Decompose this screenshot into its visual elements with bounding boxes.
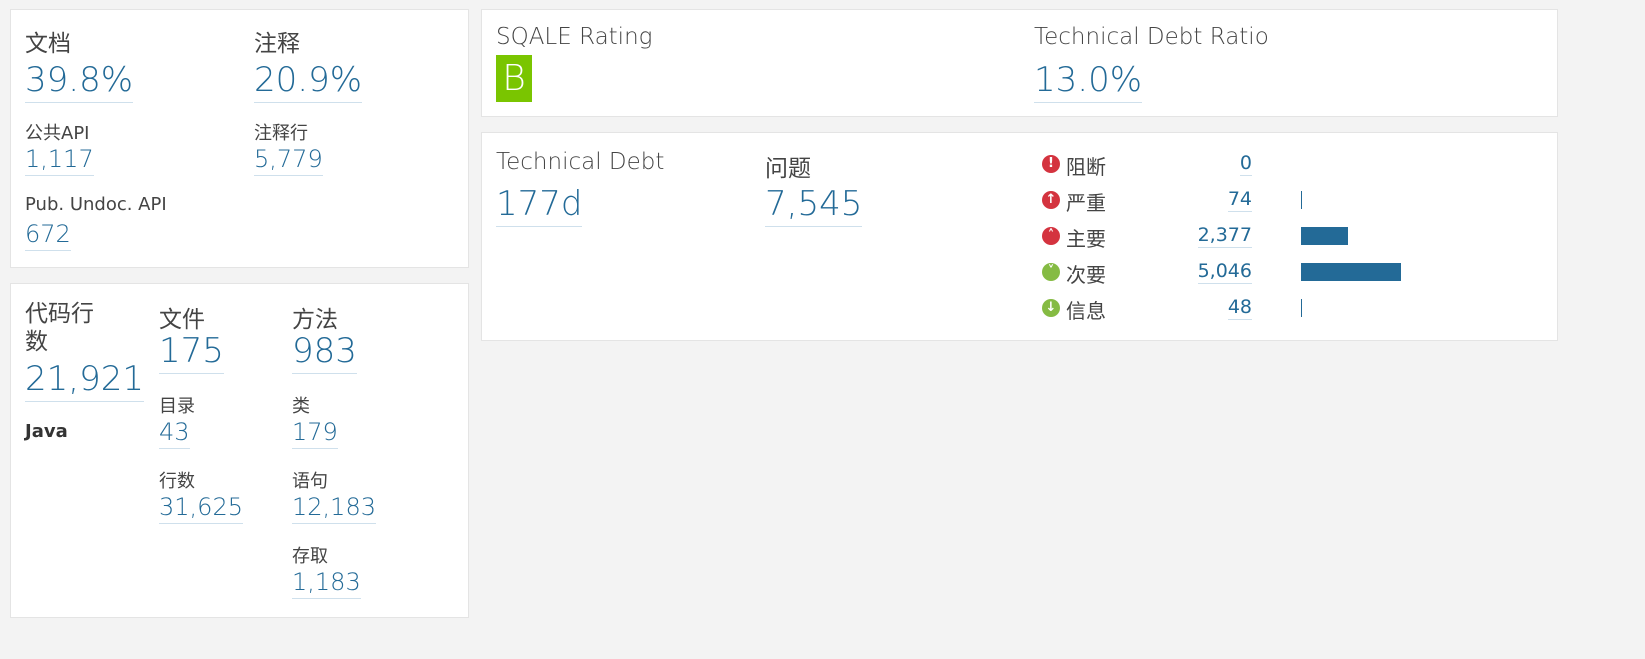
minor-icon: ˅ [1042,263,1060,281]
technical-debt-label: Technical Debt [496,149,665,175]
lines-label: 行数 [159,471,195,492]
issues-panel: Technical Debt 177d 问题 7,545 ! 阻断 0 ↑ 严重 74 ˄ 主… [481,132,1558,341]
loc-label: 代码行数 [25,301,94,355]
severity-bar [1301,299,1302,317]
undoc-api-label: Pub. Undoc. API [25,194,167,215]
severity-bar [1301,227,1348,245]
language-label: Java [25,421,68,442]
severity-bar [1301,191,1302,209]
dirs-label: 目录 [159,396,195,417]
comments-value[interactable]: 20.9% [254,60,363,103]
dirs-value[interactable]: 43 [159,418,190,449]
sqale-panel: SQALE Rating B Technical Debt Ratio 13.0… [481,9,1558,117]
files-value[interactable]: 175 [159,331,224,374]
severity-count[interactable]: 74 [1227,188,1252,212]
public-api-value[interactable]: 1,117 [25,145,94,176]
severity-count[interactable]: 0 [1239,152,1252,176]
severity-label: 阻断 [1066,155,1106,179]
methods-label: 方法 [292,307,338,333]
technical-debt-value[interactable]: 177d [496,184,583,227]
severity-count[interactable]: 2,377 [1197,224,1252,248]
comments-label: 注释 [254,31,300,57]
blocker-icon: ! [1042,155,1060,173]
doc-label: 文档 [25,31,71,57]
major-icon: ˄ [1042,227,1060,245]
methods-value[interactable]: 983 [292,331,357,374]
public-api-label: 公共API [25,123,90,144]
comment-lines-label: 注释行 [254,123,308,144]
severity-count[interactable]: 5,046 [1197,260,1252,284]
accessors-label: 存取 [292,546,328,567]
documentation-panel: 文档 39.8% 注释 20.9% 公共API 1,117 注释行 5,779 … [10,9,469,268]
severity-bar [1301,263,1401,281]
issues-value[interactable]: 7,545 [765,184,863,227]
severity-label: 次要 [1066,263,1106,287]
info-icon: ↓ [1042,299,1060,317]
debt-ratio-value[interactable]: 13.0% [1034,60,1143,103]
sqale-rating-label: SQALE Rating [496,24,653,50]
statements-value[interactable]: 12,183 [292,493,376,524]
severity-count[interactable]: 48 [1227,296,1252,320]
files-label: 文件 [159,307,205,333]
comment-lines-value[interactable]: 5,779 [254,145,323,176]
size-panel: 代码行数 21,921 Java 文件 175 目录 43 行数 31,625 … [10,283,469,618]
classes-label: 类 [292,396,310,417]
debt-ratio-label: Technical Debt Ratio [1034,24,1269,50]
severity-label: 信息 [1066,299,1106,323]
undoc-api-value[interactable]: 672 [25,220,71,251]
critical-icon: ↑ [1042,191,1060,209]
severity-label: 主要 [1066,227,1106,251]
doc-value[interactable]: 39.8% [25,60,134,103]
sqale-rating-badge[interactable]: B [496,55,532,102]
issues-label: 问题 [765,156,811,182]
accessors-value[interactable]: 1,183 [292,568,361,599]
severity-label: 严重 [1066,191,1106,215]
statements-label: 语句 [292,471,328,492]
classes-value[interactable]: 179 [292,418,338,449]
loc-value[interactable]: 21,921 [25,359,144,402]
lines-value[interactable]: 31,625 [159,493,243,524]
